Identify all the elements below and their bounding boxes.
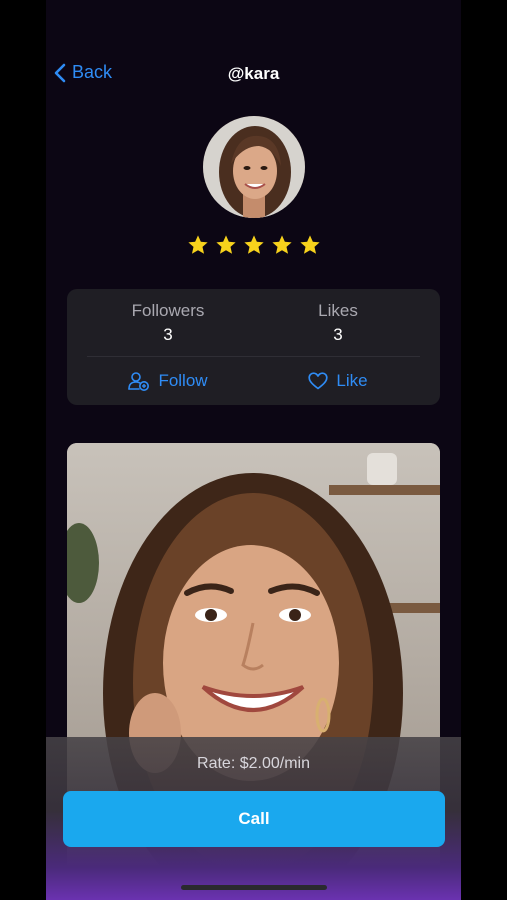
follow-button[interactable]: Follow (75, 371, 261, 391)
star-icon (187, 235, 208, 254)
like-label: Like (336, 371, 368, 390)
stats-card: Followers 3 Likes 3 Follow Like (67, 289, 440, 405)
followers-label: Followers (131, 301, 205, 320)
call-button[interactable]: Call (63, 791, 445, 847)
nav-header: Back @kara (46, 56, 461, 92)
rate-text: Rate: $2.00/min (197, 755, 310, 772)
call-label: Call (238, 809, 270, 828)
star-icon (215, 235, 236, 254)
avatar (203, 116, 305, 218)
add-user-icon (128, 372, 150, 391)
profile-screen: Back @kara Followers 3 Likes 3 Follow Li… (46, 0, 461, 900)
star-icon (299, 235, 320, 254)
followers-stat: Followers 3 (75, 301, 261, 345)
star-icon (271, 235, 292, 254)
stats-divider (87, 356, 420, 357)
follow-label: Follow (158, 371, 208, 390)
likes-stat: Likes 3 (245, 301, 431, 345)
call-panel: Rate: $2.00/min Call (46, 737, 461, 900)
likes-count: 3 (333, 325, 343, 344)
page-title: @kara (227, 64, 280, 83)
like-button[interactable]: Like (245, 371, 431, 391)
star-icon (243, 235, 264, 254)
heart-icon (308, 372, 329, 390)
likes-label: Likes (318, 301, 358, 320)
rating-stars (46, 234, 461, 256)
followers-count: 3 (163, 325, 173, 344)
home-indicator[interactable] (181, 885, 327, 890)
